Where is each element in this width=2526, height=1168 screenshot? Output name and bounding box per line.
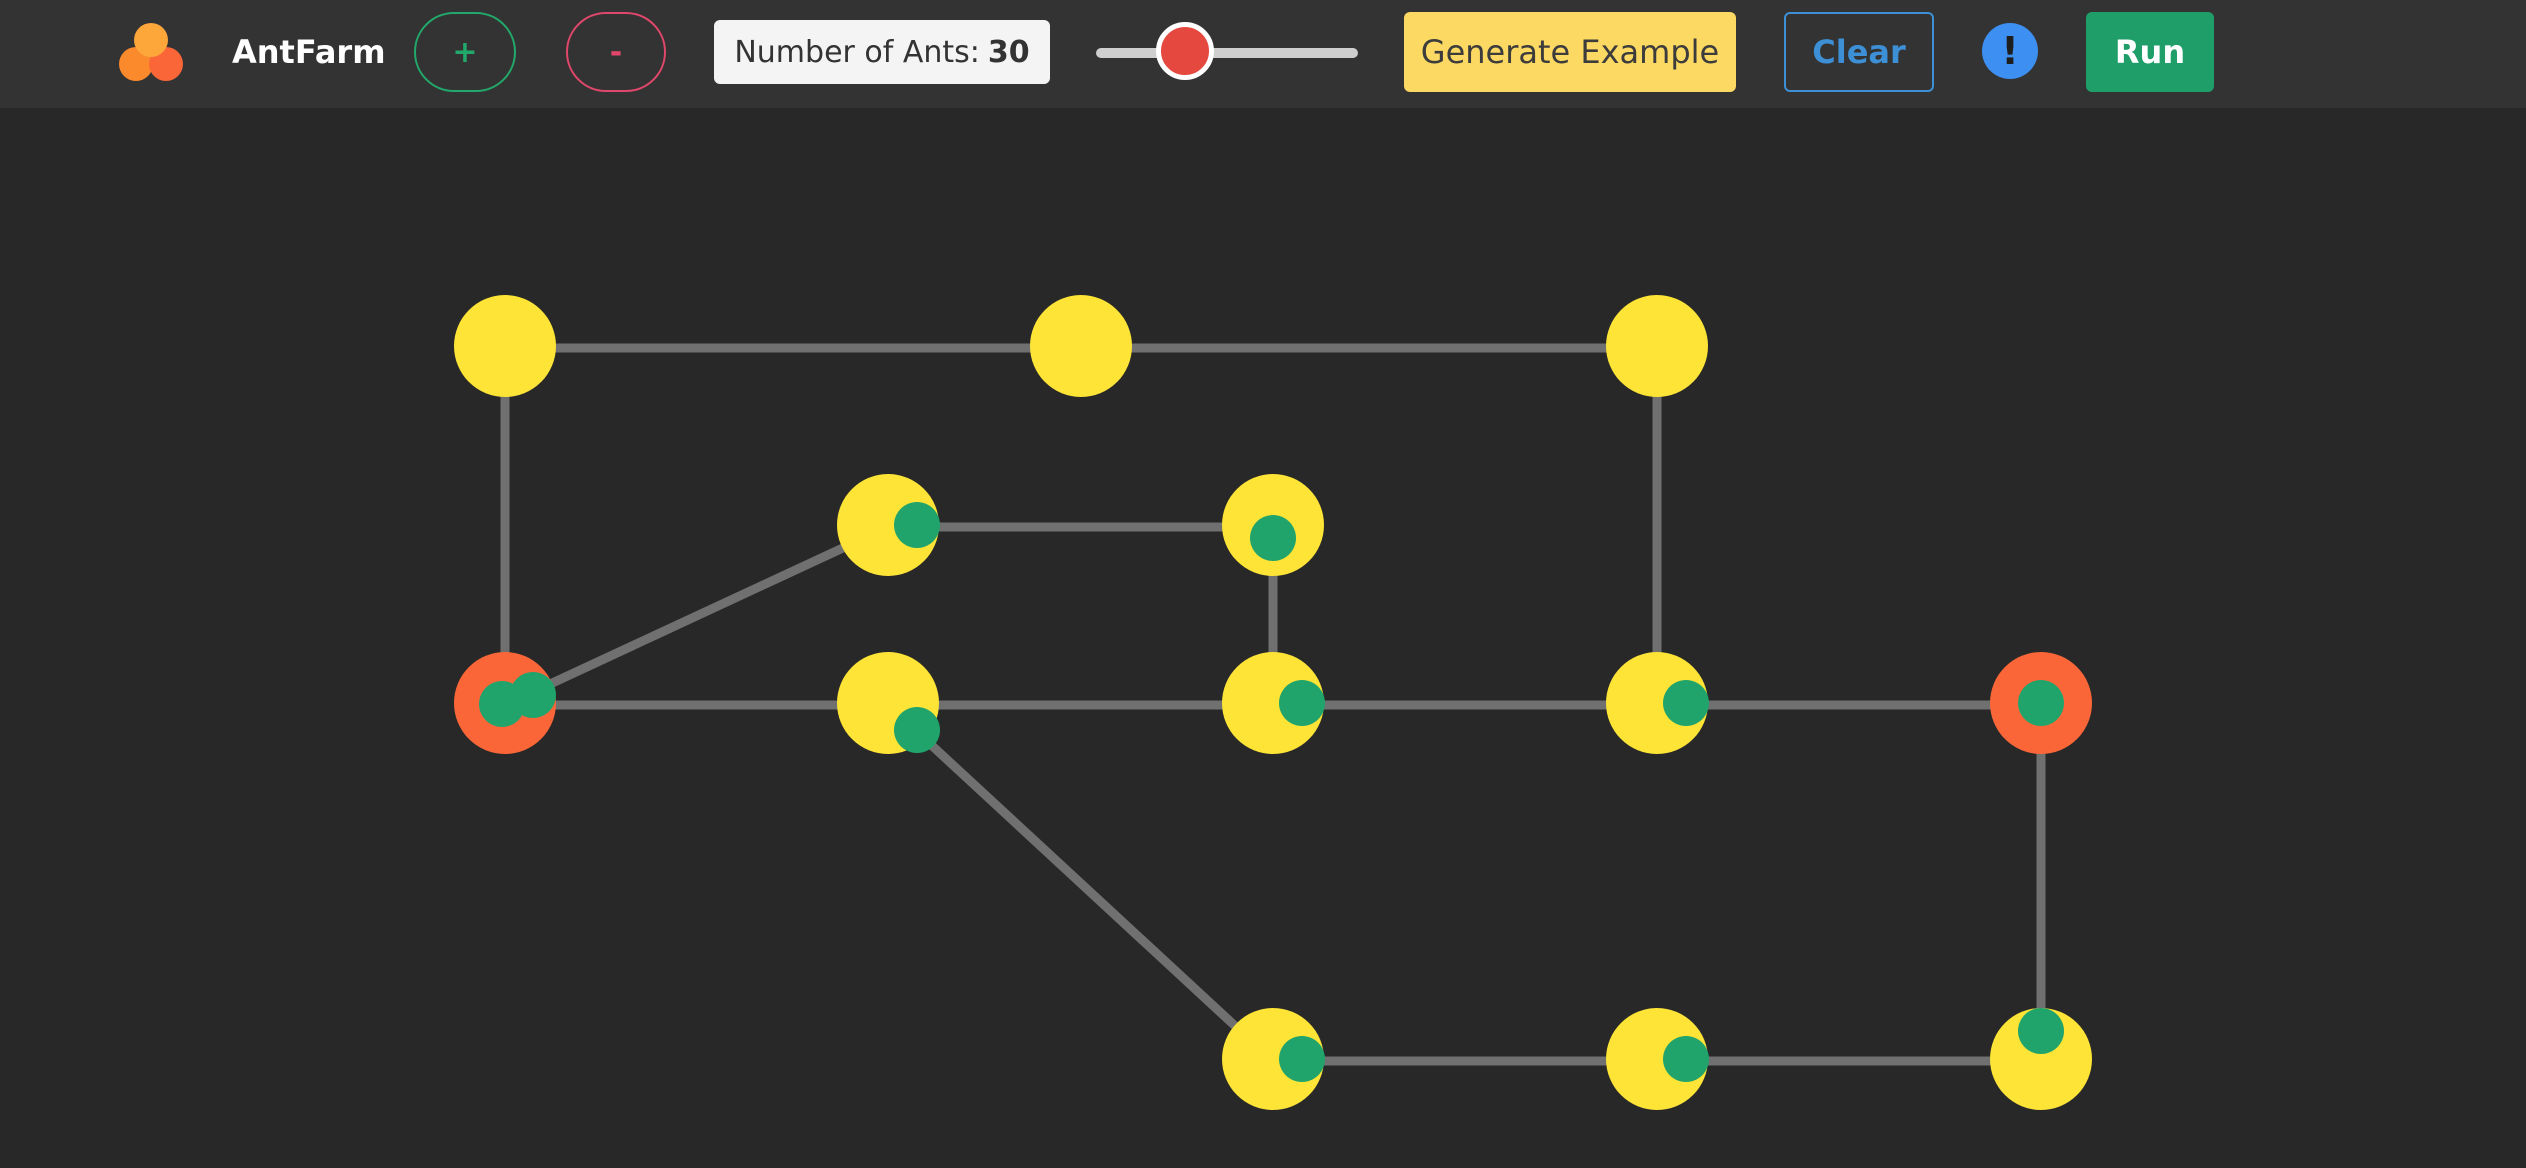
ant-count-slider[interactable]: [1096, 22, 1358, 82]
add-room-button[interactable]: +: [414, 12, 516, 92]
ant-count-label: Number of Ants:: [734, 34, 980, 70]
info-icon[interactable]: !: [1982, 23, 2038, 79]
room-node[interactable]: [1030, 295, 1132, 397]
ant-marker: [1663, 1036, 1709, 1082]
slider-thumb[interactable]: [1156, 22, 1215, 80]
room-node[interactable]: [1606, 295, 1708, 397]
ant-marker: [1663, 680, 1709, 726]
generate-example-button[interactable]: Generate Example: [1404, 12, 1736, 92]
tunnel-r7-r11[interactable]: [884, 701, 1277, 1065]
remove-room-button[interactable]: -: [566, 12, 666, 92]
slider-track[interactable]: [1096, 48, 1358, 58]
antfarm-logo-icon: [119, 23, 183, 81]
ant-marker: [2018, 680, 2064, 726]
ant-count-value: 30: [987, 34, 1030, 70]
ant-marker: [894, 502, 940, 548]
graph-canvas[interactable]: [0, 108, 2526, 1168]
room-node[interactable]: [454, 295, 556, 397]
ant-marker: [894, 707, 940, 753]
ant-count-display: Number of Ants: 30: [714, 20, 1050, 84]
toolbar: AntFarm + - Number of Ants: 30 Generate …: [0, 0, 2526, 108]
ant-marker: [1250, 515, 1296, 561]
app-title: AntFarm: [232, 33, 386, 71]
clear-button[interactable]: Clear: [1784, 12, 1934, 92]
run-button[interactable]: Run: [2086, 12, 2214, 92]
ant-marker: [510, 672, 556, 718]
ant-marker: [2018, 1008, 2064, 1054]
ant-marker: [1279, 680, 1325, 726]
ant-marker: [1279, 1036, 1325, 1082]
tunnel-r6-r4[interactable]: [503, 522, 890, 710]
